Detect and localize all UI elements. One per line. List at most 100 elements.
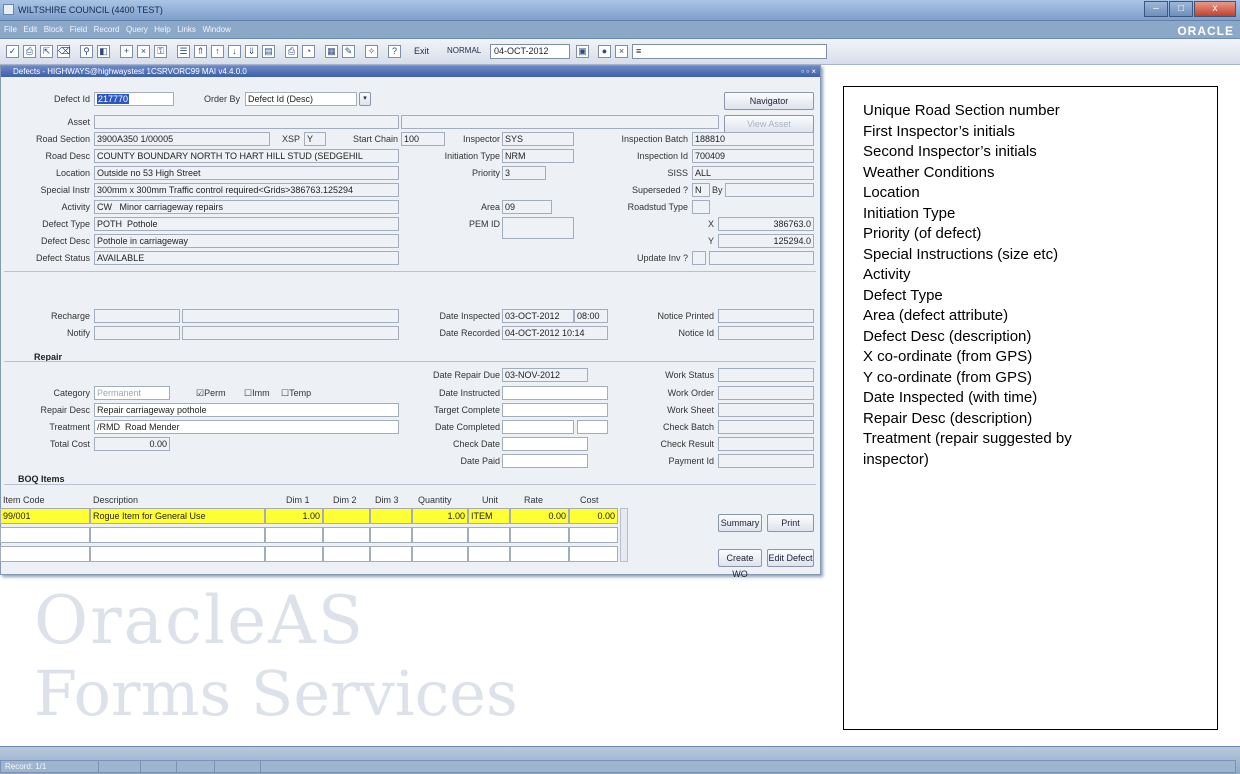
- repair-desc-field[interactable]: Repair carriageway pothole: [94, 403, 399, 417]
- print-icon[interactable]: ⎙: [23, 45, 36, 58]
- time-completed-field[interactable]: [577, 420, 608, 434]
- xsp-field[interactable]: Y: [304, 132, 326, 146]
- notice-printed-field[interactable]: [718, 309, 814, 323]
- boq-row1-unit[interactable]: ITEM: [468, 508, 510, 524]
- road-section-field[interactable]: 3900A350 1/00005: [94, 132, 270, 146]
- payment-id-field[interactable]: [718, 454, 814, 468]
- boq-row2-dim2[interactable]: [323, 527, 370, 543]
- boq-row2-unit[interactable]: [468, 527, 510, 543]
- boq-row2-item-code[interactable]: [0, 527, 90, 543]
- superseded-field[interactable]: N: [692, 183, 710, 197]
- x-coordinate-field[interactable]: 386763.0: [718, 217, 814, 231]
- y-coordinate-field[interactable]: 125294.0: [718, 234, 814, 248]
- initiation-type-field[interactable]: NRM: [502, 149, 574, 163]
- total-cost-field[interactable]: 0.00: [94, 437, 170, 451]
- recharge-field[interactable]: [94, 309, 180, 323]
- menu-links[interactable]: Links: [177, 25, 196, 34]
- update-inv-field[interactable]: [692, 251, 706, 265]
- boq-row3-item-code[interactable]: [0, 546, 90, 562]
- area-field[interactable]: 09: [502, 200, 552, 214]
- menu-field[interactable]: Field: [70, 25, 87, 34]
- globe-icon[interactable]: ●: [598, 45, 611, 58]
- date-instructed-field[interactable]: [502, 386, 608, 400]
- exit-icon[interactable]: ⇱: [40, 45, 53, 58]
- boq-row1-quantity[interactable]: 1.00: [412, 508, 468, 524]
- exit-button[interactable]: Exit: [414, 46, 429, 56]
- menu-query[interactable]: Query: [126, 25, 148, 34]
- save-icon[interactable]: ✓: [6, 45, 19, 58]
- menu-block[interactable]: Block: [44, 25, 64, 34]
- road-desc-field[interactable]: COUNTY BOUNDARY NORTH TO HART HILL STUD …: [94, 149, 399, 163]
- toolbar-code-field[interactable]: ≡: [632, 44, 827, 59]
- boq-row2-quantity[interactable]: [412, 527, 468, 543]
- down-icon[interactable]: ⇓: [245, 45, 258, 58]
- calendar-picker-icon[interactable]: ▣: [576, 45, 589, 58]
- roadstud-type-field[interactable]: [692, 200, 710, 214]
- menu-edit[interactable]: Edit: [23, 25, 37, 34]
- form-window-controls[interactable]: ▫ ▫ ×: [801, 66, 816, 77]
- treatment-field[interactable]: /RMD Road Mender: [94, 420, 399, 434]
- boq-row3-rate[interactable]: [510, 546, 569, 562]
- attach-icon[interactable]: ◔: [302, 45, 315, 58]
- target-complete-field[interactable]: [502, 403, 608, 417]
- boq-row2-rate[interactable]: [510, 527, 569, 543]
- defect-desc-field[interactable]: Pothole in carriageway: [94, 234, 399, 248]
- defect-status-field[interactable]: AVAILABLE: [94, 251, 399, 265]
- work-sheet-field[interactable]: [718, 403, 814, 417]
- boq-row3-dim1[interactable]: [265, 546, 323, 562]
- insert-icon[interactable]: +: [120, 45, 133, 58]
- order-by-dropdown-icon[interactable]: ▾: [359, 92, 371, 106]
- boq-row3-unit[interactable]: [468, 546, 510, 562]
- boq-row2-dim1[interactable]: [265, 527, 323, 543]
- query-icon[interactable]: ◧: [97, 45, 110, 58]
- boq-scrollbar[interactable]: [620, 508, 628, 562]
- boq-row3-quantity[interactable]: [412, 546, 468, 562]
- search-icon[interactable]: ⚲: [80, 45, 93, 58]
- list-icon[interactable]: ☰: [177, 45, 190, 58]
- edit-icon[interactable]: ✎: [342, 45, 355, 58]
- minimize-button[interactable]: –: [1144, 1, 1168, 17]
- wand-icon[interactable]: ✧: [365, 45, 378, 58]
- toolbar-date-field[interactable]: 04-OCT-2012: [490, 44, 570, 59]
- notify-field[interactable]: [94, 326, 180, 340]
- printer-icon[interactable]: ⎙: [285, 45, 298, 58]
- inspection-batch-field[interactable]: 188810: [692, 132, 814, 146]
- temp-checkbox[interactable]: ☐Temp: [281, 388, 311, 399]
- date-recorded-field[interactable]: 04-OCT-2012 10:14: [502, 326, 608, 340]
- date-repair-due-field[interactable]: 03-NOV-2012: [502, 368, 588, 382]
- category-field[interactable]: Permanent: [94, 386, 170, 400]
- notice-id-field[interactable]: [718, 326, 814, 340]
- boq-row3-dim2[interactable]: [323, 546, 370, 562]
- pem-id-field[interactable]: [502, 217, 574, 239]
- close-button[interactable]: x: [1194, 1, 1236, 17]
- date-completed-field[interactable]: [502, 420, 574, 434]
- imm-checkbox[interactable]: ☐Imm: [244, 388, 270, 399]
- defect-id-field[interactable]: 217770: [94, 92, 174, 106]
- print-button[interactable]: Print: [767, 514, 814, 532]
- block-icon[interactable]: ▤: [262, 45, 275, 58]
- special-instr-field[interactable]: 300mm x 300mm Traffic control required<G…: [94, 183, 399, 197]
- boq-row1-dim1[interactable]: 1.00: [265, 508, 323, 524]
- delete-icon[interactable]: ×: [137, 45, 150, 58]
- check-batch-field[interactable]: [718, 420, 814, 434]
- activity-field[interactable]: CW Minor carriageway repairs: [94, 200, 399, 214]
- date-inspected-field[interactable]: 03-OCT-2012: [502, 309, 574, 323]
- menu-help[interactable]: Help: [154, 25, 170, 34]
- boq-row2-description[interactable]: [90, 527, 265, 543]
- boq-row3-cost[interactable]: [569, 546, 618, 562]
- priority-field[interactable]: 3: [502, 166, 546, 180]
- close-form-icon[interactable]: ×: [615, 45, 628, 58]
- calendar-icon[interactable]: ▦: [325, 45, 338, 58]
- maximize-button[interactable]: □: [1169, 1, 1193, 17]
- boq-row3-description[interactable]: [90, 546, 265, 562]
- date-paid-field[interactable]: [502, 454, 588, 468]
- next-icon[interactable]: ↓: [228, 45, 241, 58]
- start-chain-field[interactable]: 100: [401, 132, 445, 146]
- lock-icon[interactable]: ⚿: [154, 45, 167, 58]
- location-field[interactable]: Outside no 53 High Street: [94, 166, 399, 180]
- create-wo-button[interactable]: Create WO: [718, 549, 762, 579]
- boq-row1-description[interactable]: Rogue Item for General Use: [90, 508, 265, 524]
- view-asset-button[interactable]: View Asset: [724, 115, 814, 133]
- time-inspected-field[interactable]: 08:00: [574, 309, 608, 323]
- boq-row3-dim3[interactable]: [370, 546, 412, 562]
